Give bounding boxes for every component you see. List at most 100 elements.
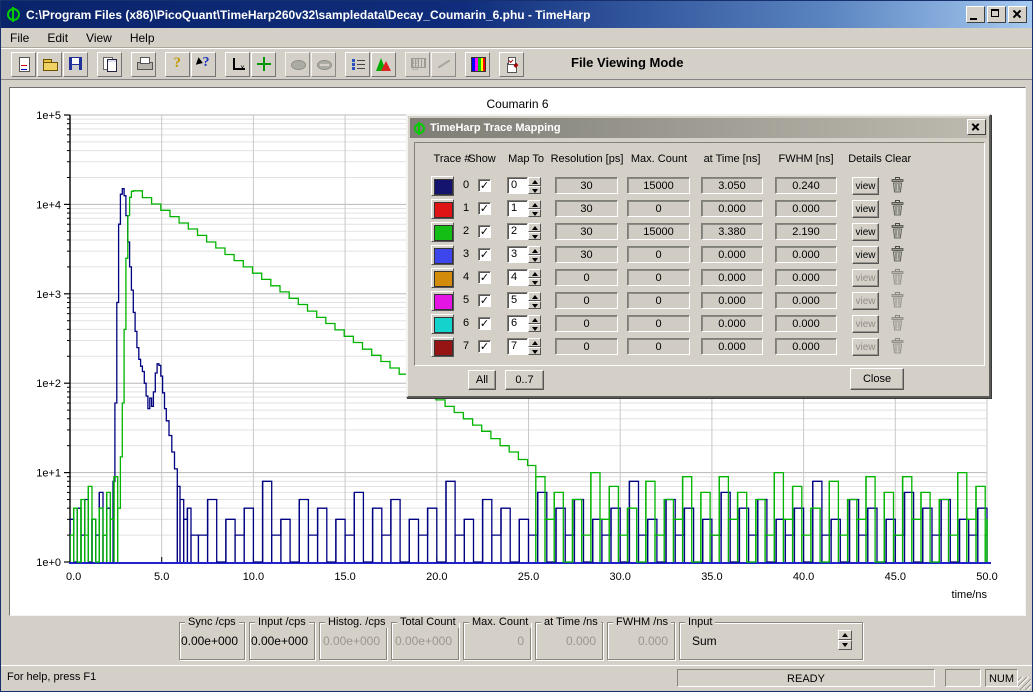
save-file-button[interactable] [63, 52, 88, 77]
show-checkbox[interactable]: ✓ [478, 179, 491, 192]
trace-color-swatch[interactable] [431, 268, 454, 288]
map-to-spinner[interactable] [528, 177, 541, 194]
trace-color-swatch[interactable] [431, 176, 454, 196]
map-to-spinner[interactable] [528, 292, 541, 309]
trace-color-swatch[interactable] [431, 222, 454, 242]
spin-up-icon[interactable] [528, 223, 541, 232]
map-to-spinner[interactable] [528, 223, 541, 240]
spin-up-icon[interactable] [528, 177, 541, 186]
spin-up-icon[interactable] [528, 246, 541, 255]
show-checkbox[interactable]: ✓ [478, 340, 491, 353]
show-checkbox[interactable]: ✓ [478, 202, 491, 215]
menu-edit[interactable]: Edit [38, 29, 77, 47]
spin-up-icon[interactable] [528, 315, 541, 324]
spin-up-icon[interactable] [528, 269, 541, 278]
clear-trace-button[interactable] [889, 223, 905, 241]
open-file-button[interactable] [37, 52, 62, 77]
dialog-title-bar[interactable]: TimeHarp Trace Mapping [410, 118, 987, 138]
color-mapping-button[interactable] [465, 52, 490, 77]
help-button[interactable] [165, 52, 190, 77]
input-mode-spinner[interactable] [838, 630, 852, 650]
trash-icon [891, 338, 904, 354]
trace-number: 2 [459, 225, 473, 237]
svg-text:1e+1: 1e+1 [36, 468, 61, 480]
show-checkbox[interactable]: ✓ [478, 225, 491, 238]
show-checkbox[interactable]: ✓ [478, 271, 491, 284]
trace-color [434, 317, 453, 333]
close-button[interactable] [1008, 6, 1027, 23]
minimize-button[interactable] [966, 6, 985, 23]
context-help-button[interactable] [191, 52, 216, 77]
map-to-input[interactable]: 3 [507, 246, 528, 263]
spin-down-icon[interactable] [528, 347, 541, 356]
show-checkbox[interactable]: ✓ [478, 317, 491, 330]
spin-down-icon[interactable] [528, 255, 541, 264]
spin-down-icon[interactable] [838, 640, 852, 650]
view-details-button[interactable]: view [852, 200, 879, 218]
at-time-field: 3.050 [701, 177, 763, 194]
view-details-button[interactable]: view [852, 223, 879, 241]
map-to-input[interactable]: 1 [507, 200, 528, 217]
trace-color-swatch[interactable] [431, 245, 454, 265]
trace-row: 7 ✓ 7 0 0 0.000 0.000 view [415, 336, 984, 359]
trace-mapping-button[interactable] [345, 52, 370, 77]
spin-up-icon[interactable] [838, 630, 852, 640]
map-to-input[interactable]: 7 [507, 338, 528, 355]
spin-down-icon[interactable] [528, 232, 541, 241]
spin-up-icon[interactable] [528, 292, 541, 301]
axis-settings-button[interactable] [225, 52, 250, 77]
view-details-button[interactable]: view [852, 177, 879, 195]
all-button[interactable]: All [468, 370, 496, 390]
crosshair-cursor-button[interactable] [251, 52, 276, 77]
trace-color-swatch[interactable] [431, 291, 454, 311]
menu-help[interactable]: Help [121, 29, 164, 47]
map-to-spinner[interactable] [528, 315, 541, 332]
clear-trace-button[interactable] [889, 177, 905, 195]
dialog-close-icon[interactable] [967, 119, 986, 135]
resize-grip[interactable] [1018, 677, 1031, 690]
new-file-button[interactable] [11, 52, 36, 77]
spin-down-icon[interactable] [528, 209, 541, 218]
maximize-button[interactable] [987, 6, 1006, 23]
ellipse-icon [290, 56, 306, 72]
menu-view[interactable]: View [77, 29, 121, 47]
range-button[interactable]: 0..7 [505, 370, 544, 390]
trace-color-swatch[interactable] [431, 199, 454, 219]
clear-trace-button[interactable] [889, 246, 905, 264]
map-to-input[interactable]: 6 [507, 315, 528, 332]
max-count-field: 0 [627, 292, 690, 309]
spin-down-icon[interactable] [528, 186, 541, 195]
spin-down-icon[interactable] [528, 301, 541, 310]
map-to-input[interactable]: 4 [507, 269, 528, 286]
clear-trace-button[interactable] [889, 200, 905, 218]
copy-button[interactable] [97, 52, 122, 77]
map-to-input[interactable]: 5 [507, 292, 528, 309]
map-to-input[interactable]: 2 [507, 223, 528, 240]
menu-file[interactable]: File [1, 29, 38, 47]
trace-row: 5 ✓ 5 0 0 0.000 0.000 view [415, 290, 984, 313]
trace-color-swatch[interactable] [431, 337, 454, 357]
print-button[interactable] [131, 52, 156, 77]
measurement-fields: Sync /cps 0.00e+000 Input /cps 0.00e+000… [179, 622, 863, 660]
trace-color-swatch[interactable] [431, 314, 454, 334]
spin-down-icon[interactable] [528, 278, 541, 287]
fit-peaks-button[interactable] [371, 52, 396, 77]
measurement-value: 0.000 [566, 634, 596, 648]
help-question-icon [170, 56, 186, 72]
map-to-spinner[interactable] [528, 338, 541, 355]
spin-down-icon[interactable] [528, 324, 541, 333]
map-to-spinner[interactable] [528, 269, 541, 286]
spin-up-icon[interactable] [528, 338, 541, 347]
spin-up-icon[interactable] [528, 200, 541, 209]
show-checkbox[interactable]: ✓ [478, 294, 491, 307]
display-options-button[interactable] [499, 52, 524, 77]
map-to-input[interactable]: 0 [507, 177, 528, 194]
map-to-spinner[interactable] [528, 200, 541, 217]
map-to-spinner[interactable] [528, 246, 541, 263]
trace-color [434, 340, 453, 356]
view-details-button[interactable]: view [852, 246, 879, 264]
close-dialog-button[interactable]: Close [850, 368, 904, 390]
measurement-label: Sync /cps [185, 616, 239, 628]
show-checkbox[interactable]: ✓ [478, 248, 491, 261]
fwhm-field: 0.240 [775, 177, 837, 194]
